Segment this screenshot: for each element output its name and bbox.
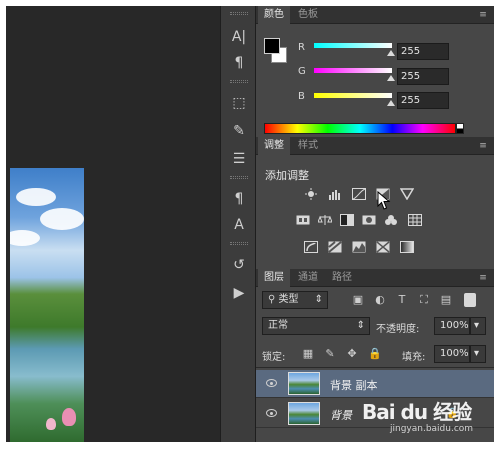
watermark-url: jingyan.baidu.com <box>390 424 474 434</box>
pixel-layer-filter-icon[interactable]: ▣ <box>352 294 364 306</box>
opacity-dropdown-button[interactable]: ▾ <box>470 317 486 335</box>
lotus-pond-photo <box>10 168 84 442</box>
mouse-cursor-icon <box>377 191 391 210</box>
panel-menu-icon[interactable]: ≡ <box>476 9 490 21</box>
layers-panel-tabbar: 图层 通道 路径 ≡ <box>256 269 494 287</box>
layer-name[interactable]: 背景 副本 <box>330 377 378 393</box>
channel-b-slider[interactable] <box>314 93 392 98</box>
adjustment-layer-filter-icon[interactable]: ◐ <box>374 294 386 306</box>
gradient-map-icon[interactable] <box>400 241 414 253</box>
document-canvas[interactable] <box>6 6 220 442</box>
panel-menu-icon[interactable]: ≡ <box>476 140 490 152</box>
channel-r-slider-handle[interactable] <box>387 50 395 56</box>
levels-icon[interactable] <box>328 188 342 200</box>
updown-arrow-icon: ⇕ <box>356 320 365 331</box>
layer-name[interactable]: 背景 <box>330 407 352 423</box>
fill-label: 填充: <box>402 352 426 363</box>
tab-channels[interactable]: 通道 <box>292 269 324 287</box>
filter-toggle-switch[interactable] <box>464 293 476 307</box>
layer-thumbnail <box>288 402 320 425</box>
channel-b-input[interactable]: 255 <box>397 92 449 109</box>
visibility-eye-icon[interactable] <box>266 379 277 387</box>
history-panel-icon[interactable]: ↺ <box>226 254 252 276</box>
fill-dropdown-button[interactable]: ▾ <box>470 345 486 363</box>
type-layer-filter-icon[interactable]: T <box>396 294 408 306</box>
baidu-jingyan-logo: Bai du 经验 <box>362 400 472 424</box>
selective-color-icon[interactable] <box>376 241 390 253</box>
black-white-icon[interactable] <box>340 214 354 226</box>
paragraph-panel-icon[interactable]: ¶ <box>226 52 252 74</box>
opacity-label: 不透明度: <box>376 324 420 335</box>
tab-adjustments[interactable]: 调整 <box>258 137 290 155</box>
channel-g-slider-handle[interactable] <box>387 75 395 81</box>
character-panel-icon[interactable]: A| <box>226 26 252 48</box>
layer-thumbnail <box>288 372 320 395</box>
lock-position-icon[interactable]: ✥ <box>346 348 358 360</box>
character-style-icon[interactable]: A <box>226 214 252 236</box>
curves-icon[interactable] <box>352 188 366 200</box>
brush-panel-icon[interactable]: ✎ <box>226 120 252 142</box>
channel-b-slider-handle[interactable] <box>387 100 395 106</box>
black-white-ramp[interactable] <box>456 123 464 134</box>
brightness-contrast-icon[interactable] <box>304 188 318 200</box>
dock-grip[interactable] <box>230 242 248 245</box>
shape-layer-filter-icon[interactable]: ⛶ <box>418 294 430 306</box>
updown-arrow-icon: ⇕ <box>314 294 323 305</box>
search-icon: ⚲ <box>268 294 279 305</box>
threshold-icon[interactable] <box>352 241 366 253</box>
lock-image-pixels-icon[interactable]: ✎ <box>324 348 336 360</box>
lock-all-icon[interactable]: 🔒 <box>368 348 382 360</box>
photo-filter-icon[interactable] <box>362 214 376 226</box>
hue-saturation-icon[interactable] <box>296 214 310 226</box>
photoshop-window: A| ¶ ⬚ ✎ ☰ ¶ A ↺ ▶ 颜色 色板 ≡ R 255 G 255 B <box>6 6 494 442</box>
layer-filter-type-select[interactable]: ⚲ 类型 ⇕ <box>262 291 328 309</box>
channel-b-label: B <box>298 91 305 102</box>
fill-input[interactable]: 100% <box>434 345 470 363</box>
posterize-icon[interactable] <box>328 241 342 253</box>
channel-mixer-icon[interactable] <box>384 214 398 226</box>
filter-type-label: 类型 <box>278 294 299 305</box>
channel-g-slider[interactable] <box>314 68 392 73</box>
dock-grip[interactable] <box>230 12 248 15</box>
channel-r-slider[interactable] <box>314 43 392 48</box>
color-balance-icon[interactable] <box>318 214 332 226</box>
foreground-color-swatch[interactable] <box>264 38 280 54</box>
actions-panel-icon[interactable]: ▶ <box>226 282 252 304</box>
invert-icon[interactable] <box>304 241 318 253</box>
paragraph-style-icon[interactable]: ¶ <box>226 188 252 210</box>
dock-grip[interactable] <box>230 176 248 179</box>
brush-presets-icon[interactable]: ☰ <box>226 148 252 170</box>
lock-transparent-pixels-icon[interactable]: ▦ <box>302 348 314 360</box>
add-adjustment-title: 添加调整 <box>265 169 309 182</box>
tab-styles[interactable]: 样式 <box>292 137 324 155</box>
panel-menu-icon[interactable]: ≡ <box>476 272 490 284</box>
color-spectrum-bar[interactable] <box>264 123 456 134</box>
panel-dock: A| ¶ ⬚ ✎ ☰ ¶ A ↺ ▶ <box>220 6 256 442</box>
tab-swatches[interactable]: 色板 <box>292 6 324 24</box>
color-panel-tabbar: 颜色 色板 ≡ <box>256 6 494 24</box>
blend-mode-value: 正常 <box>268 320 288 331</box>
lock-label: 锁定: <box>262 352 286 363</box>
tab-paths[interactable]: 路径 <box>326 269 358 287</box>
visibility-eye-icon[interactable] <box>266 409 277 417</box>
tab-color[interactable]: 颜色 <box>258 6 290 24</box>
tab-layers[interactable]: 图层 <box>258 269 290 287</box>
vibrance-icon[interactable] <box>400 188 414 200</box>
smart-object-filter-icon[interactable]: ▤ <box>440 294 452 306</box>
channel-r-label: R <box>298 42 305 53</box>
channel-g-input[interactable]: 255 <box>397 68 449 85</box>
3d-panel-icon[interactable]: ⬚ <box>226 92 252 114</box>
blend-mode-select[interactable]: 正常 ⇕ <box>262 317 370 335</box>
channel-g-label: G <box>298 66 306 77</box>
opacity-input[interactable]: 100% <box>434 317 470 335</box>
panels-column: 颜色 色板 ≡ R 255 G 255 B 255 调整 样式 ≡ 添加调整 图… <box>256 6 494 442</box>
layer-row-selected[interactable]: 背景 副本 <box>256 370 494 398</box>
channel-r-input[interactable]: 255 <box>397 43 449 60</box>
adjustments-panel-tabbar: 调整 样式 ≡ <box>256 137 494 155</box>
dock-grip[interactable] <box>230 80 248 83</box>
color-lookup-icon[interactable] <box>408 214 422 226</box>
